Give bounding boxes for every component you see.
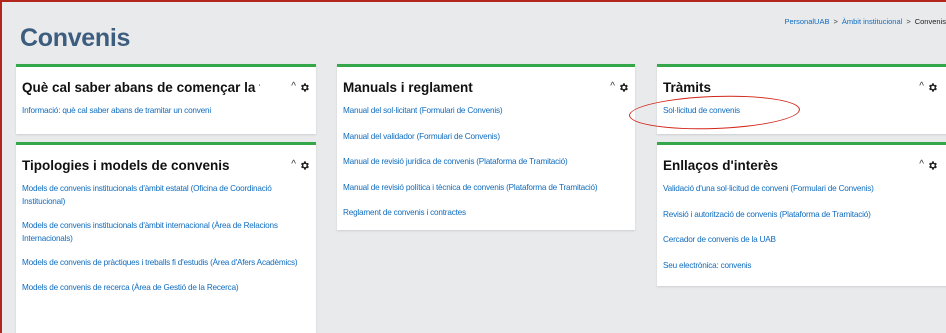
breadcrumb-separator: > (833, 17, 838, 26)
chevron-up-icon[interactable]: ^ (291, 160, 296, 170)
chevron-up-icon[interactable]: ^ (919, 160, 924, 170)
chevron-up-icon[interactable]: ^ (610, 82, 615, 92)
link-seu-electronica[interactable]: Seu electrònica: convenis (663, 260, 946, 273)
breadcrumb-item-ambit[interactable]: Àmbit institucional (842, 17, 902, 26)
link-manual-validador[interactable]: Manual del validador (Formulari de Conve… (343, 131, 629, 144)
link-manual-juridica[interactable]: Manual de revisió jurídica de convenis (… (343, 156, 629, 169)
link-model-internacional[interactable]: Models de convenis institucionals d'àmbi… (22, 220, 310, 245)
breadcrumb-current: Convenis (914, 17, 946, 26)
gear-icon[interactable] (618, 82, 629, 93)
gear-icon[interactable] (927, 160, 938, 171)
block-manuals: Manuals i reglament ^ Manual del sol·lic… (337, 64, 635, 230)
link-model-estatal[interactable]: Models de convenis institucionals d'àmbi… (22, 183, 310, 208)
gear-icon[interactable] (299, 82, 310, 93)
gear-icon[interactable] (299, 160, 310, 171)
link-revisio-autoritzacio[interactable]: Revisió i autorització de convenis (Plat… (663, 209, 946, 222)
link-reglament[interactable]: Reglament de convenis i contractes (343, 207, 629, 220)
chevron-up-icon[interactable]: ^ (291, 82, 296, 92)
link-manual-politica[interactable]: Manual de revisió política i tècnica de … (343, 182, 629, 195)
breadcrumb-item-personaluab[interactable]: PersonalUAB (784, 17, 829, 26)
block-title: Tràmits (663, 79, 712, 95)
breadcrumb-separator: > (906, 17, 911, 26)
link-manual-sollicitant[interactable]: Manual del sol·licitant (Formulari de Co… (343, 105, 629, 118)
page-frame: PersonalUAB > Àmbit institucional > Convenis… (0, 0, 946, 333)
gear-icon[interactable] (927, 82, 938, 93)
block-tipologies: Tipologies i models de convenis ^ Models… (16, 142, 316, 333)
block-que-cal-saber: Què cal saber abans de començar la t... … (16, 64, 316, 134)
chevron-up-icon[interactable]: ^ (919, 82, 924, 92)
page-title: Convenis (20, 24, 131, 52)
link-cercador[interactable]: Cercador de convenis de la UAB (663, 234, 946, 247)
block-title: Enllaços d'interès (663, 157, 779, 173)
link-informacio[interactable]: Informació: què cal saber abans de trami… (22, 105, 310, 118)
block-title: Tipologies i models de convenis (22, 157, 230, 173)
block-title: Manuals i reglament (343, 79, 473, 95)
breadcrumb: PersonalUAB > Àmbit institucional > Convenis (784, 17, 946, 26)
link-model-practiques[interactable]: Models de convenis de pràctiques i treba… (22, 257, 310, 270)
block-title: Què cal saber abans de començar la t... (22, 79, 260, 95)
link-model-recerca[interactable]: Models de convenis de recerca (Àrea de G… (22, 282, 310, 295)
link-validacio[interactable]: Validació d'una sol·licitud de conveni (… (663, 183, 946, 196)
block-enllacos: Enllaços d'interès ^ Validació d'una sol… (657, 142, 946, 286)
